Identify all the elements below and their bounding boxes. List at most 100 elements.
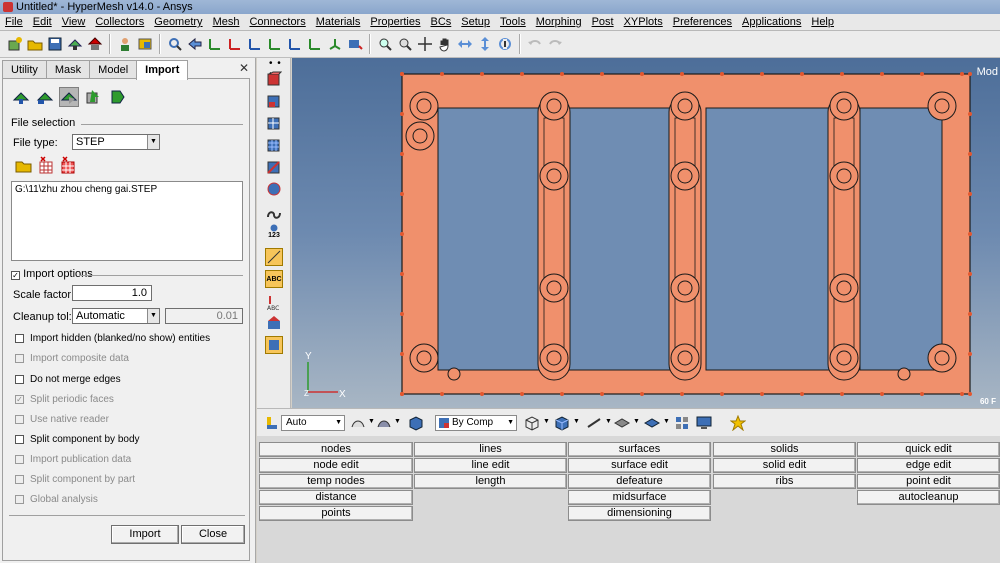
cleanup-tol-input[interactable]: 0.01 bbox=[165, 308, 243, 324]
rib-surface[interactable] bbox=[537, 95, 571, 381]
menu-materials[interactable]: Materials bbox=[311, 16, 366, 28]
panel-button-solids[interactable]: solids bbox=[713, 442, 856, 457]
edge-point-marker[interactable] bbox=[400, 72, 404, 76]
chevron-down-icon[interactable]: ▼ bbox=[573, 418, 580, 425]
cleanup-tol-select[interactable]: Automatic ▼ bbox=[72, 308, 160, 324]
edge-point-marker[interactable] bbox=[400, 392, 404, 396]
undo-icon[interactable] bbox=[526, 35, 544, 53]
close-icon[interactable]: ✕ bbox=[239, 61, 249, 75]
edge-point-marker[interactable] bbox=[760, 72, 764, 76]
rib-surface[interactable] bbox=[668, 95, 702, 381]
open-model-icon[interactable] bbox=[26, 35, 44, 53]
panel-button-dimensioning[interactable]: dimensioning bbox=[568, 506, 711, 521]
chevron-down-icon[interactable]: ▼ bbox=[394, 418, 401, 425]
element-color-icon[interactable] bbox=[265, 180, 283, 198]
edge-point-marker[interactable] bbox=[968, 312, 972, 316]
small-hole[interactable] bbox=[897, 367, 911, 381]
edge-point-marker[interactable] bbox=[968, 192, 972, 196]
tab-import[interactable]: Import bbox=[136, 60, 189, 80]
edge-point-marker[interactable] bbox=[920, 392, 924, 396]
geometry-shaded-icon[interactable] bbox=[265, 92, 283, 110]
edge-point-marker[interactable] bbox=[400, 312, 404, 316]
file-type-select[interactable]: STEP ▼ bbox=[72, 134, 160, 150]
edge-point-marker[interactable] bbox=[880, 72, 884, 76]
frame-opening[interactable] bbox=[437, 107, 541, 371]
checkbox-box[interactable] bbox=[15, 494, 24, 504]
chevron-down-icon[interactable]: ▼ bbox=[633, 418, 640, 425]
split-periodic-faces-checkbox[interactable]: ✓ Split periodic faces bbox=[15, 392, 114, 406]
tab-mask[interactable]: Mask bbox=[45, 60, 91, 79]
chevron-down-icon[interactable]: ▼ bbox=[147, 135, 159, 149]
element-wireframe-icon[interactable] bbox=[265, 114, 283, 132]
edge-point-marker[interactable] bbox=[440, 72, 444, 76]
bolt-hole[interactable] bbox=[836, 168, 852, 184]
chevron-down-icon[interactable]: ▼ bbox=[663, 418, 670, 425]
edge-point-marker[interactable] bbox=[720, 72, 724, 76]
menu-connectors[interactable]: Connectors bbox=[244, 16, 310, 28]
edge-point-marker[interactable] bbox=[920, 72, 924, 76]
menu-geometry[interactable]: Geometry bbox=[149, 16, 207, 28]
checkbox-box[interactable] bbox=[15, 434, 24, 444]
shaded-cube-icon[interactable] bbox=[553, 414, 571, 432]
edge-point-marker[interactable] bbox=[960, 392, 964, 396]
edge-point-marker[interactable] bbox=[968, 152, 972, 156]
edge-point-marker[interactable] bbox=[560, 392, 564, 396]
edge-point-marker[interactable] bbox=[800, 392, 804, 396]
menu-view[interactable]: View bbox=[57, 16, 91, 28]
pan-horizontal-icon[interactable] bbox=[456, 35, 474, 53]
view-yx-icon[interactable] bbox=[226, 35, 244, 53]
entity-labels-icon[interactable]: ABC bbox=[265, 294, 283, 312]
edge-point-marker[interactable] bbox=[640, 392, 644, 396]
reference-geometry-icon[interactable] bbox=[265, 204, 283, 222]
edge-point-marker[interactable] bbox=[560, 72, 564, 76]
panel-button-length[interactable]: length bbox=[414, 474, 567, 489]
panel-button-midsurface[interactable]: midsurface bbox=[568, 490, 711, 505]
star-icon[interactable] bbox=[729, 414, 747, 432]
edge-point-marker[interactable] bbox=[840, 392, 844, 396]
menu-setup[interactable]: Setup bbox=[456, 16, 495, 28]
menu-xyplots[interactable]: XYPlots bbox=[619, 16, 668, 28]
edge-point-marker[interactable] bbox=[720, 392, 724, 396]
edge-point-marker[interactable] bbox=[400, 232, 404, 236]
bolt-hole[interactable] bbox=[677, 280, 693, 296]
checkbox-box[interactable] bbox=[15, 333, 24, 343]
close-button[interactable]: Close bbox=[181, 525, 245, 544]
import-geometry-icon[interactable] bbox=[59, 87, 79, 107]
surface-display-icon[interactable] bbox=[643, 414, 661, 432]
export-icon[interactable] bbox=[86, 35, 104, 53]
monitor-icon[interactable] bbox=[695, 414, 713, 432]
display-shaded-icon[interactable] bbox=[349, 414, 367, 432]
edge-point-marker[interactable] bbox=[640, 72, 644, 76]
panel-button-quick-edit[interactable]: quick edit bbox=[857, 442, 1000, 457]
panel-button-defeature[interactable]: defeature bbox=[568, 474, 711, 489]
edge-point-marker[interactable] bbox=[880, 392, 884, 396]
wireframe-cube-icon[interactable] bbox=[523, 414, 541, 432]
graphics-window[interactable]: Mod 60 F Y X Z bbox=[292, 58, 1000, 408]
rib-surface[interactable] bbox=[827, 95, 861, 381]
geometry-model[interactable] bbox=[292, 58, 1000, 408]
selection-mode-icon[interactable] bbox=[263, 414, 281, 432]
global-analysis-checkbox[interactable]: Global analysis bbox=[15, 492, 98, 506]
checkbox-box[interactable]: ✓ bbox=[15, 394, 24, 404]
line-style-icon[interactable] bbox=[585, 414, 603, 432]
panel-button-points[interactable]: points bbox=[259, 506, 413, 521]
edge-point-marker[interactable] bbox=[480, 392, 484, 396]
redo-icon[interactable] bbox=[546, 35, 564, 53]
panel-button-line-edit[interactable]: line edit bbox=[414, 458, 567, 473]
bolt-hole[interactable] bbox=[677, 98, 693, 114]
menu-bcs[interactable]: BCs bbox=[426, 16, 457, 28]
edge-point-marker[interactable] bbox=[680, 392, 684, 396]
bolt-hole[interactable] bbox=[546, 280, 562, 296]
frame-opening[interactable] bbox=[859, 107, 943, 371]
bolt-hole[interactable] bbox=[412, 128, 428, 144]
remove-file-icon[interactable] bbox=[39, 156, 55, 177]
user-profile-icon[interactable] bbox=[116, 35, 134, 53]
geometry-edge-icon[interactable] bbox=[265, 70, 283, 88]
edge-point-marker[interactable] bbox=[968, 72, 972, 76]
panel-button-surface-edit[interactable]: surface edit bbox=[568, 458, 711, 473]
checkbox-box[interactable] bbox=[15, 454, 24, 464]
edge-point-marker[interactable] bbox=[968, 272, 972, 276]
checkbox-box[interactable] bbox=[15, 353, 24, 363]
chevron-down-icon[interactable]: ▼ bbox=[147, 309, 159, 323]
checkbox-box[interactable] bbox=[15, 374, 24, 384]
